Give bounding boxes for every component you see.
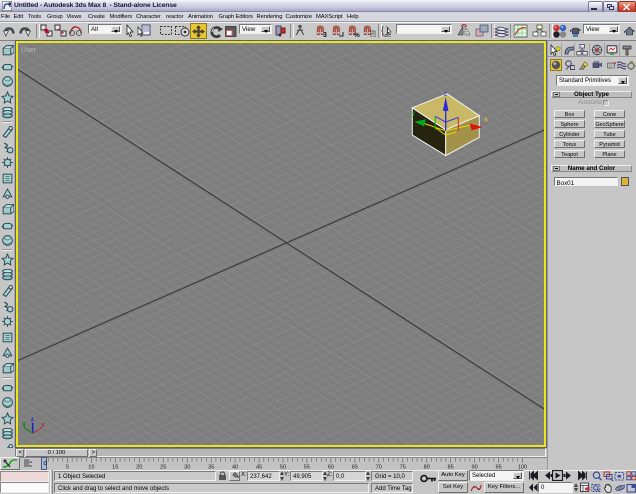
svg-text:User: User xyxy=(21,47,36,54)
svg-text:%: % xyxy=(354,32,360,37)
svg-text:3: 3 xyxy=(323,32,327,37)
svg-text:ABC: ABC xyxy=(382,33,392,37)
svg-text:x: x xyxy=(484,116,488,123)
svg-text:y: y xyxy=(411,110,415,117)
svg-text:z: z xyxy=(444,91,448,98)
svg-text:z: z xyxy=(31,417,34,423)
